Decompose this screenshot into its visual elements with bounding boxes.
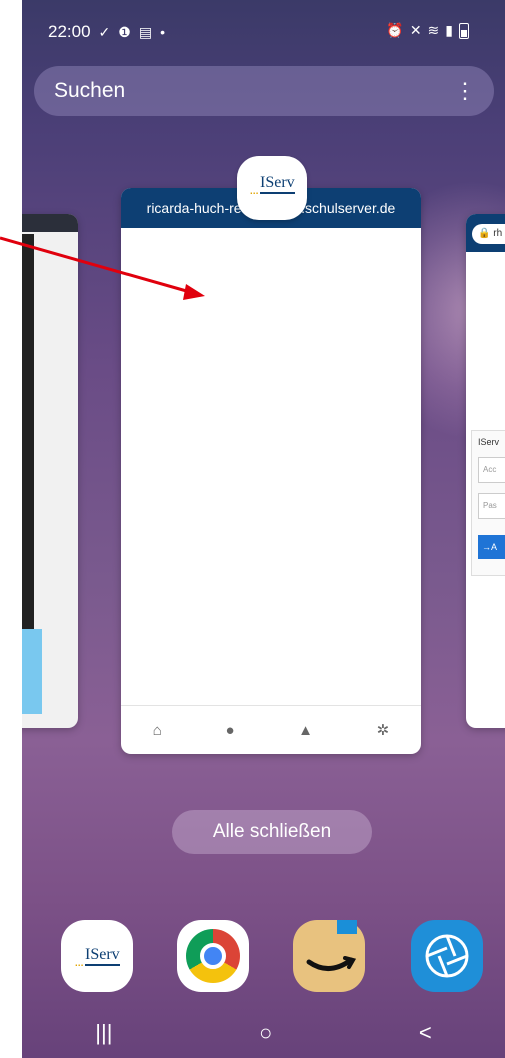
annotation-arrow bbox=[0, 236, 205, 300]
